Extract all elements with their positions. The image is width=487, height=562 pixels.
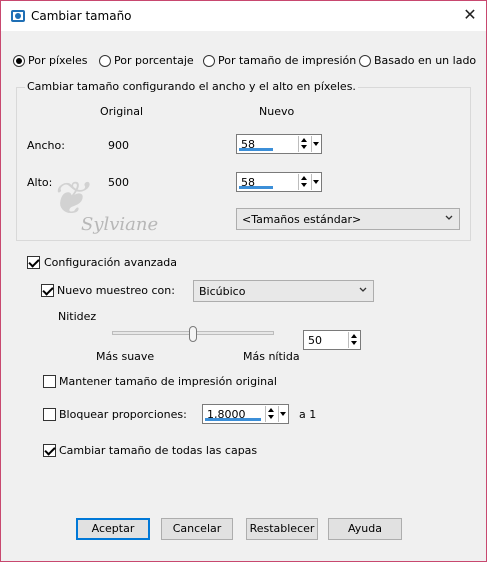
spin-down-icon[interactable] xyxy=(301,183,307,187)
softer-label: Más suave xyxy=(96,350,155,363)
width-label: Ancho: xyxy=(27,139,65,152)
width-dropdown-icon[interactable] xyxy=(311,136,320,152)
resize-dialog: Cambiar tamaño ✕ Por píxeles Por porcent… xyxy=(0,0,487,562)
ratio-stepper[interactable]: 1,8000 xyxy=(202,404,289,424)
ratio-dropdown-icon[interactable] xyxy=(278,406,287,422)
keep-print-size-label: Mantener tamaño de impresión original xyxy=(59,375,277,388)
watermark-signature: Sylviane xyxy=(81,214,159,235)
ratio-selection xyxy=(205,418,261,421)
height-new-stepper[interactable]: 58 xyxy=(236,172,322,192)
radio-by-one-side[interactable] xyxy=(359,55,371,67)
reset-button[interactable]: Restablecer xyxy=(246,518,318,540)
height-original-value: 500 xyxy=(108,176,129,189)
sharpness-value: 50 xyxy=(308,334,322,347)
radio-by-print-size[interactable] xyxy=(203,55,215,67)
advanced-settings-label: Configuración avanzada xyxy=(44,256,178,269)
sharper-label: Más nítida xyxy=(243,350,300,363)
radio-by-pixels[interactable] xyxy=(13,55,25,67)
ok-button[interactable]: Aceptar xyxy=(76,518,150,540)
spin-up-icon[interactable] xyxy=(301,176,307,180)
radio-by-print-size-label: Por tamaño de impresión xyxy=(218,54,357,67)
title-bar: Cambiar tamaño ✕ xyxy=(1,1,486,31)
pixels-group-caption: Cambiar tamaño configurando el ancho y e… xyxy=(25,80,358,93)
sharpness-label: Nitidez xyxy=(58,310,97,323)
window-title: Cambiar tamaño xyxy=(31,9,132,23)
ratio-suffix: a 1 xyxy=(299,408,317,421)
sharpness-stepper[interactable]: 50 xyxy=(303,330,361,350)
chevron-down-icon xyxy=(445,215,453,220)
lock-ratio-checkbox[interactable] xyxy=(43,408,56,421)
height-dropdown-icon[interactable] xyxy=(311,174,320,190)
resample-checkbox[interactable] xyxy=(41,284,54,297)
radio-by-percentage[interactable] xyxy=(99,55,111,67)
standard-sizes-value: <Tamaños estándar> xyxy=(242,213,362,226)
spin-down-icon[interactable] xyxy=(268,415,274,419)
cancel-button[interactable]: Cancelar xyxy=(161,518,233,540)
spin-up-icon[interactable] xyxy=(301,138,307,142)
width-new-stepper[interactable]: 58 xyxy=(236,134,322,154)
width-spin-arrows[interactable] xyxy=(298,136,309,152)
advanced-settings-checkbox[interactable] xyxy=(27,256,40,269)
resize-all-layers-label: Cambiar tamaño de todas las capas xyxy=(59,444,258,457)
resize-all-layers-checkbox[interactable] xyxy=(43,444,56,457)
resample-method-value: Bicúbico xyxy=(199,285,246,298)
sharpness-slider-thumb[interactable] xyxy=(189,326,197,342)
lock-ratio-label: Bloquear proporciones: xyxy=(59,408,187,421)
width-new-selection xyxy=(239,148,273,151)
resample-label: Nuevo muestreo con: xyxy=(57,284,175,297)
radio-by-one-side-label: Basado en un lado xyxy=(374,54,477,67)
original-column-header: Original xyxy=(100,105,144,118)
width-original-value: 900 xyxy=(108,139,129,152)
radio-by-percentage-label: Por porcentaje xyxy=(114,54,194,67)
ratio-spin-arrows[interactable] xyxy=(265,406,276,422)
standard-sizes-select[interactable]: <Tamaños estándar> xyxy=(236,208,460,230)
height-label: Alto: xyxy=(27,176,53,189)
keep-print-size-checkbox[interactable] xyxy=(43,375,56,388)
chevron-down-icon xyxy=(359,287,367,292)
height-new-selection xyxy=(239,186,273,189)
resample-method-select[interactable]: Bicúbico xyxy=(193,280,374,302)
help-button[interactable]: Ayuda xyxy=(328,518,402,540)
spin-down-icon[interactable] xyxy=(351,341,357,345)
image-icon xyxy=(11,10,25,22)
new-column-header: Nuevo xyxy=(259,105,295,118)
spin-down-icon[interactable] xyxy=(301,145,307,149)
sharpness-spin-arrows[interactable] xyxy=(348,332,359,348)
spin-up-icon[interactable] xyxy=(268,408,274,412)
radio-by-pixels-label: Por píxeles xyxy=(28,54,88,67)
height-spin-arrows[interactable] xyxy=(298,174,309,190)
spin-up-icon[interactable] xyxy=(351,334,357,338)
close-icon[interactable]: ✕ xyxy=(456,4,484,28)
